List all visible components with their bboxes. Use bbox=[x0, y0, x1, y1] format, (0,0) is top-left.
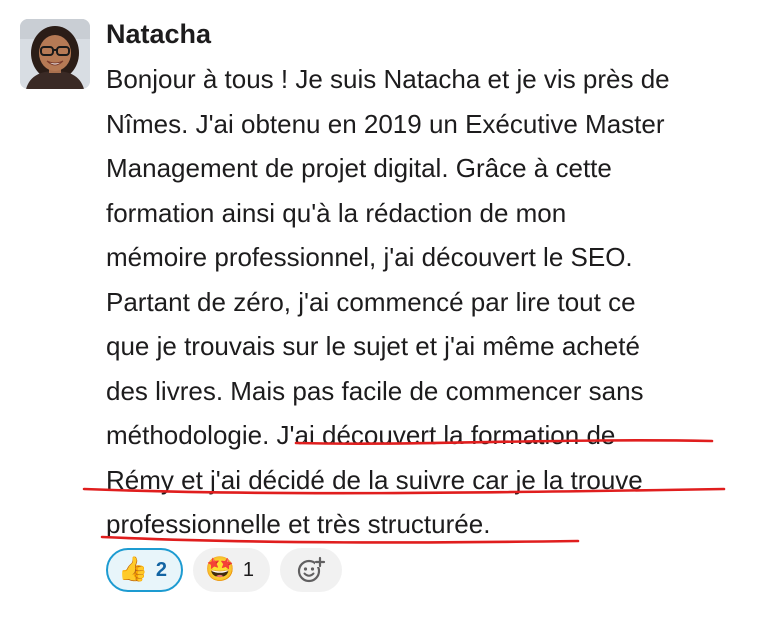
star-struck-icon: 🤩 bbox=[205, 556, 235, 583]
message-author[interactable]: Natacha bbox=[106, 14, 211, 54]
message-text: Bonjour à tous ! Je suis Natacha et je v… bbox=[106, 57, 766, 547]
message-line: professionnelle et très structurée. bbox=[106, 509, 491, 539]
reaction-count: 2 bbox=[155, 558, 168, 581]
message-line: Bonjour à tous ! Je suis Natacha et je v… bbox=[106, 64, 670, 94]
message-line: Management de projet digital. Grâce à ce… bbox=[106, 153, 612, 183]
reaction-thumbs-up[interactable]: 👍 2 bbox=[106, 548, 184, 592]
message-line: méthodologie. J'ai découvert la formatio… bbox=[106, 420, 616, 450]
message-line: Rémy et j'ai décidé de la suivre car je … bbox=[106, 464, 643, 495]
reaction-star-struck[interactable]: 🤩 1 bbox=[193, 548, 271, 592]
thumbs-up-icon: 👍 bbox=[118, 556, 148, 583]
message-line: Nîmes. J'ai obtenu en 2019 un Exécutive … bbox=[106, 108, 665, 139]
reactions-bar: 👍 2 🤩 1 bbox=[106, 548, 343, 592]
message-line: Partant de zéro, j'ai commencé par lire … bbox=[106, 286, 636, 317]
message-line: que je trouvais sur le sujet et j'ai mêm… bbox=[106, 331, 640, 361]
add-reaction-button[interactable] bbox=[280, 548, 343, 592]
reaction-count: 1 bbox=[242, 558, 255, 581]
message-line: des livres. Mais pas facile de commencer… bbox=[106, 375, 644, 406]
avatar[interactable] bbox=[20, 19, 90, 89]
message-line: mémoire professionnel, j'ai découvert le… bbox=[106, 242, 633, 272]
user-avatar-photo bbox=[20, 19, 90, 89]
message-line: formation ainsi qu'à la rédaction de mon bbox=[106, 197, 567, 228]
add-reaction-icon bbox=[297, 556, 326, 583]
